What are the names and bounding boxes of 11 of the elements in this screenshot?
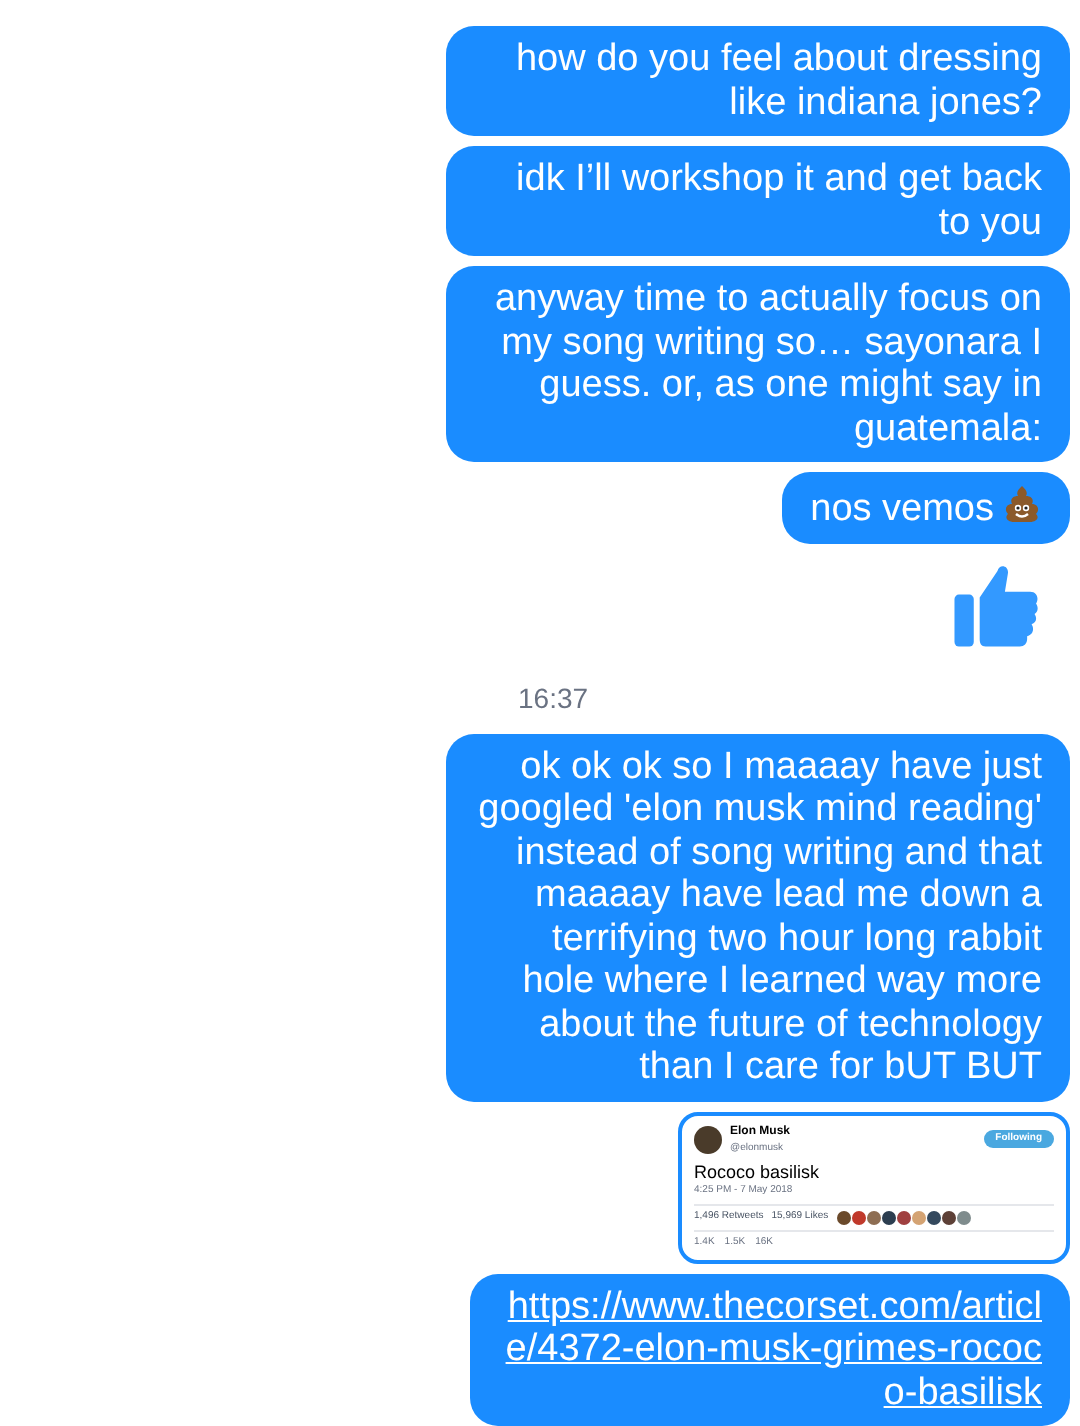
message-bubble: nos vemos <box>782 472 1070 543</box>
link-bubble[interactable]: https://www.thecorset.com/article/4372-elon-musk-grimes-rococo-basilisk <box>470 1273 1070 1426</box>
message-bubble: anyway time to actually focus on my song writing so… sayonara I guess. or, as one might say in guatemala: <box>446 266 1070 462</box>
avatar <box>694 1125 722 1153</box>
tweet-text: Rococo basilisk <box>694 1159 822 1183</box>
message-bubble: ok ok ok so I maaaay have just googled 'elon musk mind reading' instead of song writing and that maaaay have lead me down a terrifying two hour long rabbit hole where I learned way more about the future of technology than I care for bUT BUT <box>446 733 1070 1101</box>
message-bubble: how do you feel about dressing like indiana jones? <box>446 26 1070 136</box>
liker-avatars-drawing <box>836 1210 977 1226</box>
message-bubble: idk I’ll workshop it and get back to you <box>446 146 1070 256</box>
timestamp: 16:37 <box>518 679 591 717</box>
poop-icon <box>1002 484 1042 524</box>
